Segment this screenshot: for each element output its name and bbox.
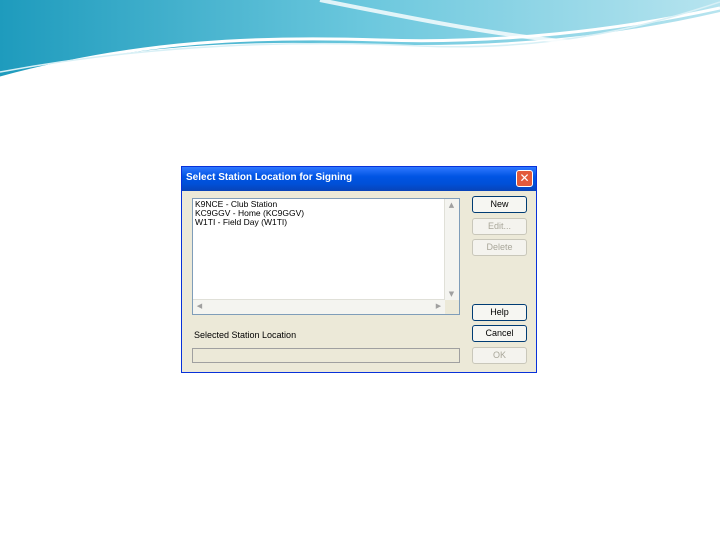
ok-button[interactable]: OK [472,347,527,364]
edit-button[interactable]: Edit... [472,218,527,235]
close-icon: ✕ [519,171,530,185]
scroll-up-icon[interactable]: ▲ [445,199,458,212]
dialog-titlebar[interactable]: Select Station Location for Signing ✕ [182,167,536,191]
delete-button[interactable]: Delete [472,239,527,256]
selected-location-field [192,348,460,363]
scrollbar-corner [445,300,459,314]
new-button[interactable]: New [472,196,527,213]
dialog-title: Select Station Location for Signing [186,172,353,183]
vertical-scrollbar[interactable]: ▲ ▼ [444,199,459,301]
scroll-right-icon[interactable]: ▶ [432,300,445,313]
help-button[interactable]: Help [472,304,527,321]
list-item[interactable]: W1TI - Field Day (W1TI) [195,218,443,227]
header-swoosh-decoration [0,0,720,80]
cancel-button[interactable]: Cancel [472,325,527,342]
horizontal-scrollbar[interactable]: ◀ ▶ [193,299,445,314]
selected-location-label: Selected Station Location [194,330,297,340]
station-location-list[interactable]: K9NCE - Club Station KC9GGV - Home (KC9G… [192,198,460,315]
scroll-left-icon[interactable]: ◀ [193,300,206,313]
select-station-dialog: Select Station Location for Signing ✕ K9… [181,166,537,373]
list-items: K9NCE - Club Station KC9GGV - Home (KC9G… [195,200,443,227]
close-button[interactable]: ✕ [516,170,533,187]
